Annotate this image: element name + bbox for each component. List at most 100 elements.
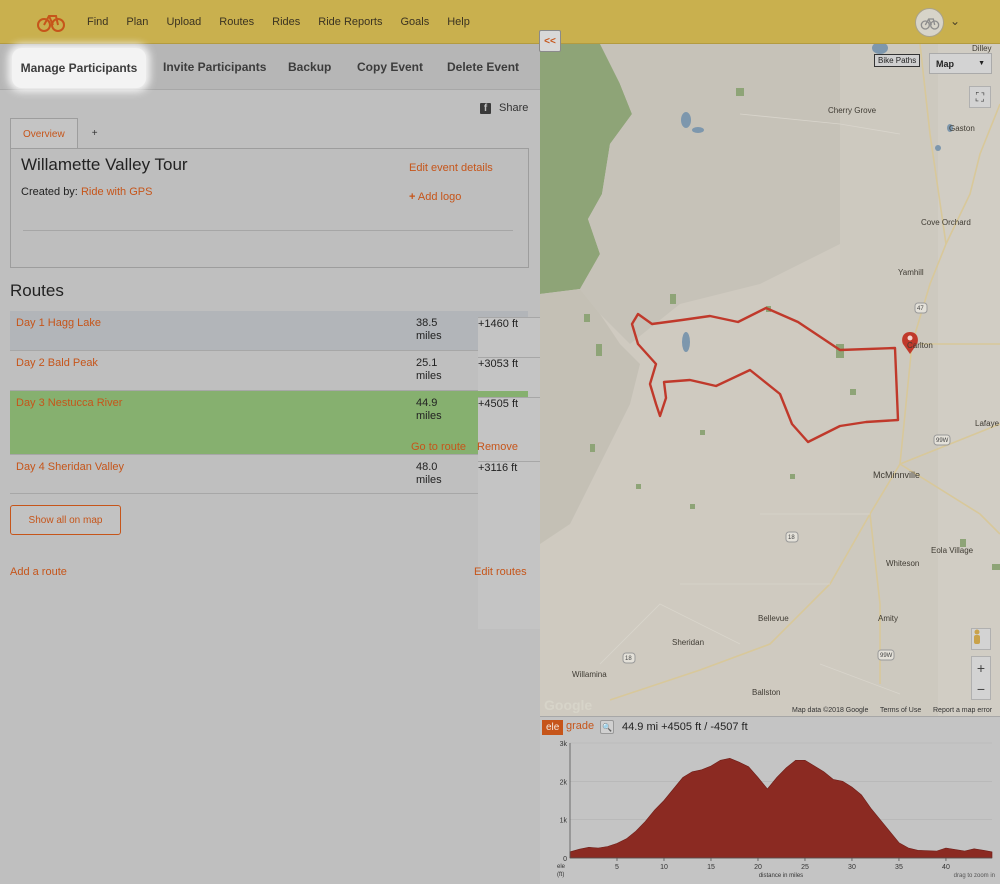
route-map[interactable]: 47 99W 99W 18 18 Cherry Grove Gaston Dil…	[540, 44, 1000, 716]
overview-box: Willamette Valley Tour Created by: Ride …	[10, 148, 529, 268]
go-to-route-link[interactable]: Go to route	[411, 441, 466, 453]
add-logo-label: Add logo	[417, 191, 462, 203]
route-row-3-selected[interactable]: Day 3 Nestucca River 44.9 miles +4505 ft …	[10, 391, 938, 565]
map-label-willamina: Willamina	[572, 670, 607, 679]
edit-routes-link[interactable]: Edit routes	[474, 566, 527, 578]
route-name[interactable]: Day 3 Nestucca River	[16, 397, 122, 409]
map-label-gaston: Gaston	[949, 124, 975, 133]
svg-text:18: 18	[625, 656, 632, 662]
show-all-on-map-button[interactable]: Show all on map	[10, 505, 121, 535]
tab-delete-event[interactable]: Delete Event	[447, 60, 519, 74]
nav-routes[interactable]: Routes	[219, 16, 254, 28]
elevation-area	[569, 757, 993, 859]
route-distance: 25.1 miles	[416, 357, 442, 382]
drag-zoom-hint: drag to zoom in	[954, 873, 995, 879]
x-tick-label: 30	[848, 864, 856, 871]
street-view-pegman-icon[interactable]	[971, 628, 991, 650]
svg-text:99W: 99W	[880, 653, 893, 659]
svg-text:47: 47	[917, 306, 924, 312]
edit-event-details-link[interactable]: Edit event details	[409, 162, 493, 174]
add-route-link[interactable]: Add a route	[10, 566, 67, 578]
route-distance: 44.9 miles	[416, 397, 442, 422]
main-nav: Find Plan Upload Routes Rides Ride Repor…	[78, 0, 479, 44]
map-type-value: Map	[936, 58, 954, 69]
map-type-select[interactable]: Map ▼	[929, 53, 992, 74]
map-label-dilley: Dilley	[972, 44, 992, 53]
route-distance: 38.5 miles	[416, 317, 442, 342]
share-label: Share	[499, 102, 529, 114]
nav-help[interactable]: Help	[447, 16, 470, 28]
tab-add[interactable]: +	[78, 118, 112, 149]
map-label-whiteson: Whiteson	[886, 559, 920, 568]
y-tick-label: 1k	[560, 818, 568, 825]
tab-overview[interactable]: Overview	[10, 118, 78, 149]
x-axis-label: distance in miles	[759, 873, 803, 879]
svg-text:18: 18	[788, 535, 795, 541]
nav-plan[interactable]: Plan	[126, 16, 148, 28]
tab-copy-event[interactable]: Copy Event	[357, 60, 423, 74]
route-row-4[interactable]: Day 4 Sheridan Valley 48.0 miles +3116 ft	[10, 455, 938, 629]
created-by-label: Created by:	[21, 186, 78, 198]
y-tick-label: 2k	[560, 779, 568, 786]
map-label-eola-village: Eola Village	[931, 546, 974, 555]
user-avatar-icon[interactable]	[915, 8, 944, 37]
x-tick-label: 5	[615, 864, 619, 871]
x-tick-label: 15	[707, 864, 715, 871]
facebook-icon: f	[480, 102, 491, 114]
remove-route-link[interactable]: Remove	[477, 441, 518, 453]
route-row-1[interactable]: Day 1 Hagg Lake 38.5 miles +1460 ft	[10, 311, 938, 485]
elevation-chart[interactable]: 0 1k 2k 3k 5 10 15 20 25 30 35 40 ele (ft) distance in…	[540, 717, 1000, 884]
tab-manage-participants[interactable]: Manage Participants	[12, 48, 146, 88]
route-name[interactable]: Day 2 Bald Peak	[16, 357, 98, 369]
share-button[interactable]: f Share	[480, 102, 528, 114]
overview-tabs: Overview +	[10, 118, 112, 149]
y-tick-label: 0	[563, 856, 567, 863]
svg-text:99W: 99W	[936, 438, 949, 444]
zoom-in-button[interactable]: +	[972, 657, 990, 678]
bike-paths-toggle[interactable]: Bike Paths	[874, 54, 921, 67]
x-tick-label: 20	[754, 864, 762, 871]
map-label-lafaye: Lafaye	[975, 419, 1000, 428]
y-axis-label: ele	[557, 864, 566, 870]
nav-find[interactable]: Find	[87, 16, 108, 28]
x-tick-label: 35	[895, 864, 903, 871]
x-tick-label: 10	[660, 864, 668, 871]
nav-goals[interactable]: Goals	[400, 16, 429, 28]
x-tick-label: 40	[942, 864, 950, 871]
collapse-panel-button[interactable]: <<	[539, 30, 561, 52]
y-tick-label: 3k	[560, 741, 568, 748]
terms-of-use-link[interactable]: Terms of Use	[880, 707, 921, 714]
caret-down-icon: ▼	[978, 60, 985, 67]
add-logo-link[interactable]: + Add logo	[409, 191, 461, 203]
elevation-panel: ele grade 🔍 44.9 mi +4505 ft / -4507 ft …	[540, 716, 1000, 884]
fullscreen-icon[interactable]: ⛶	[969, 86, 991, 108]
created-by-link[interactable]: Ride with GPS	[81, 186, 153, 198]
zoom-out-button[interactable]: −	[972, 678, 990, 699]
bicycle-icon[interactable]	[36, 10, 66, 34]
map-label-bellevue: Bellevue	[758, 614, 789, 623]
map-label-carlton: Carlton	[907, 341, 933, 350]
map-label-cherry-grove: Cherry Grove	[828, 106, 877, 115]
nav-upload[interactable]: Upload	[166, 16, 201, 28]
plus-icon: +	[409, 191, 416, 203]
route-name[interactable]: Day 1 Hagg Lake	[16, 317, 101, 329]
map-label-ballston: Ballston	[752, 688, 781, 697]
nav-ride-reports[interactable]: Ride Reports	[318, 16, 382, 28]
event-panel: Manage Participants Invite Participants …	[0, 44, 938, 884]
map-label-amity: Amity	[878, 614, 898, 623]
chevron-down-icon[interactable]: ⌄	[950, 14, 960, 28]
map-label-yamhill: Yamhill	[898, 268, 924, 277]
routes-heading: Routes	[10, 281, 64, 300]
route-name[interactable]: Day 4 Sheridan Valley	[16, 461, 124, 473]
nav-rides[interactable]: Rides	[272, 16, 300, 28]
tab-backup[interactable]: Backup	[288, 60, 331, 74]
tab-invite-participants[interactable]: Invite Participants	[163, 60, 266, 74]
report-map-error-link[interactable]: Report a map error	[933, 707, 992, 714]
divider	[23, 230, 513, 231]
map-label-cove-orchard: Cove Orchard	[921, 218, 971, 227]
route-row-2[interactable]: Day 2 Bald Peak 25.1 miles +3053 ft	[10, 351, 938, 525]
event-title: Willamette Valley Tour	[21, 155, 188, 174]
map-label-sheridan: Sheridan	[672, 638, 705, 647]
top-nav: Find Plan Upload Routes Rides Ride Repor…	[0, 0, 1000, 44]
google-logo: Google	[544, 697, 593, 713]
